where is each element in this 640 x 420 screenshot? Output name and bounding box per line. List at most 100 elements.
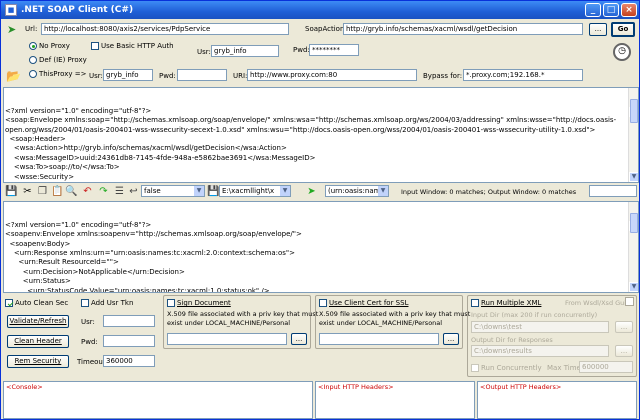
input-dir-input[interactable]: C:\downs\test — [471, 321, 609, 333]
find-icon[interactable]: 🔍 — [65, 185, 78, 198]
maximize-button[interactable]: □ — [603, 3, 619, 17]
output-headers-pane[interactable]: <Output HTTP Headers> — [477, 381, 637, 419]
xml-line: <?xml version="1.0" encoding="utf-8"?> — [5, 220, 152, 229]
tkn-pwd-input[interactable] — [103, 335, 155, 347]
run-concurrently-checkbox[interactable]: Run Concurrently — [471, 363, 542, 373]
play-icon[interactable]: ➤ — [305, 185, 318, 198]
undo-icon[interactable]: ↶ — [81, 185, 94, 198]
basic-auth-checkbox[interactable]: Use Basic HTTP Auth — [91, 41, 174, 51]
input-dir-label: Input Dir (max 200 if run concurrently) — [471, 311, 598, 319]
bypass-input[interactable]: *.proxy.com;192.168.* — [463, 69, 583, 81]
rem-security-button[interactable]: Rem Security — [7, 355, 69, 368]
response-xml-pane[interactable]: <?xml version="1.0" encoding="utf-8"?> <s… — [3, 201, 639, 293]
client-cert-checkbox[interactable]: Use Client Cert for SSL — [319, 298, 408, 308]
redo-icon[interactable]: ↷ — [97, 185, 110, 198]
soapaction-browse-button[interactable]: ... — [589, 23, 607, 36]
open-folder-icon[interactable]: 📂 — [6, 69, 21, 83]
request-xml-pane[interactable]: <?xml version="1.0" encoding="utf-8"?> <s… — [3, 87, 639, 183]
proxy-url-input[interactable]: http://www.proxy.com:80 — [247, 69, 417, 81]
console-pane[interactable]: <Console> — [3, 381, 313, 419]
option-combo[interactable]: false ▼ — [141, 185, 205, 197]
cert-browse-button[interactable]: ... — [443, 333, 459, 345]
proxy-usr-input[interactable]: gryb_info — [103, 69, 153, 81]
this-proxy-radio[interactable]: ThisProxy => — [29, 69, 86, 79]
clock-icon: ◷ — [613, 43, 631, 61]
input-dir-browse-button[interactable]: ... — [615, 321, 633, 333]
no-proxy-radio[interactable]: No Proxy — [29, 41, 70, 51]
validate-refresh-button[interactable]: Validate/Refresh — [7, 315, 69, 328]
search-input[interactable] — [589, 185, 637, 197]
window-title: .NET SOAP Client (C#) — [21, 5, 134, 15]
radio-icon — [29, 42, 37, 50]
response-scrollbar[interactable]: ▲ ▼ — [628, 202, 638, 292]
xml-line: <urn:Response xmlns:urn="urn:oasis:names… — [5, 249, 295, 258]
copy-icon[interactable]: ❐ — [36, 185, 49, 198]
auth-pwd-input[interactable]: ******** — [309, 44, 359, 56]
match-info: Input Window: 0 matches; Output Window: … — [401, 188, 577, 196]
add-usr-tkn-checkbox[interactable]: Add Usr Tkn — [81, 298, 133, 308]
add-usr-tkn-label: Add Usr Tkn — [91, 299, 134, 307]
client-cert-label: Use Client Cert for SSL — [329, 299, 409, 307]
timeout-input[interactable]: 360000 — [103, 355, 155, 367]
save-icon[interactable]: 💾 — [5, 185, 18, 198]
go-button[interactable]: Go — [611, 22, 635, 37]
request-scrollbar[interactable]: ▲ ▼ — [628, 88, 638, 182]
def-ie-proxy-radio[interactable]: Def (IE) Proxy — [29, 55, 87, 65]
sign-browse-button[interactable]: ... — [291, 333, 307, 345]
minimize-button[interactable]: _ — [585, 3, 601, 17]
dropdown-arrow-icon[interactable]: ▼ — [194, 186, 204, 196]
run-multiple-label: Run Multiple XML — [481, 299, 542, 307]
close-button[interactable]: × — [621, 3, 637, 17]
auth-usr-input[interactable]: gryb_info — [211, 45, 279, 57]
xml-line: <urn:Decision>NotApplicable</urn:Decisio… — [5, 267, 185, 276]
dropdown-arrow-icon[interactable]: ▼ — [280, 186, 290, 196]
wrap-icon[interactable]: ↩ — [127, 185, 140, 198]
dropdown-arrow-icon[interactable]: ▼ — [378, 186, 388, 196]
scroll-down-arrow-icon[interactable]: ▼ — [629, 172, 638, 182]
cut-icon[interactable]: ✂ — [21, 185, 34, 198]
clean-header-button[interactable]: Clean Header — [7, 335, 69, 348]
def-ie-proxy-label: Def (IE) Proxy — [39, 56, 87, 64]
scroll-down-arrow-icon[interactable]: ▼ — [629, 282, 638, 292]
xml-line: <wsa:To>soap://to/</wsa:To> — [5, 163, 120, 172]
xml-line: <wsa:MessageID>uuid:24361db8-7145-4fde-9… — [5, 153, 316, 162]
url-input[interactable]: http://localhost:8080/axis2/services/Pdp… — [41, 23, 289, 35]
scroll-thumb[interactable] — [630, 213, 638, 233]
auto-clean-checkbox[interactable]: Auto Clean Sec — [5, 298, 68, 308]
output-dir-input[interactable]: C:\downs\results — [471, 345, 609, 357]
go-arrow-icon: ➤ — [7, 23, 17, 36]
format-icon[interactable]: ☰ — [113, 185, 126, 198]
output-dir-label: Output Dir for Responses — [471, 336, 553, 344]
max-time-input[interactable]: 600000 — [579, 361, 633, 373]
proxy-pwd-input[interactable] — [177, 69, 227, 81]
output-dir-browse-button[interactable]: ... — [615, 345, 633, 357]
paste-icon[interactable]: 📋 — [51, 185, 64, 198]
xml-line: <urn:Result ResourceId=""> — [5, 258, 119, 267]
xml-line: <wsu:Timestamp wsu:Id="Timestamp-7031e29… — [5, 182, 628, 183]
radio-icon — [29, 70, 37, 78]
radio-icon — [29, 56, 37, 64]
tkn-usr-input[interactable] — [103, 315, 155, 327]
checkbox-icon — [91, 42, 99, 50]
run-concurrently-label: Run Concurrently — [481, 364, 542, 372]
search-combo[interactable]: (urn:oasis:names ▼ — [325, 185, 389, 197]
sign-document-label: Sign Document — [177, 299, 231, 307]
xml-line: <wsa:Action>http://gryb.info/schemas/xac… — [5, 144, 287, 153]
client-cert-input[interactable] — [319, 333, 439, 345]
soapaction-input[interactable]: http://gryb.info/schemas/xacml/wsdl/getD… — [343, 23, 583, 35]
sign-document-checkbox[interactable]: Sign Document — [167, 298, 231, 308]
app-icon: ■ — [5, 4, 17, 16]
title-bar[interactable]: ■ .NET SOAP Client (C#) _ □ × — [1, 1, 639, 19]
input-headers-pane[interactable]: <Input HTTP Headers> — [315, 381, 475, 419]
proxy-usr-label: Usr: — [89, 72, 103, 80]
run-multiple-checkbox[interactable]: Run Multiple XML — [471, 298, 541, 308]
scroll-thumb[interactable] — [630, 99, 638, 123]
sign-cert-input[interactable] — [167, 333, 287, 345]
file-path-combo[interactable]: E:\xacmllight\x ▼ — [219, 185, 291, 197]
xml-line: <urn:Status> — [5, 277, 71, 286]
auth-pwd-label: Pwd: — [293, 46, 310, 54]
from-guid-checkbox[interactable] — [625, 297, 634, 306]
url-label: Url: — [25, 25, 38, 33]
cert-desc-2: exist under LOCAL_MACHINE/Personal — [319, 319, 443, 327]
auto-clean-label: Auto Clean Sec — [15, 299, 69, 307]
